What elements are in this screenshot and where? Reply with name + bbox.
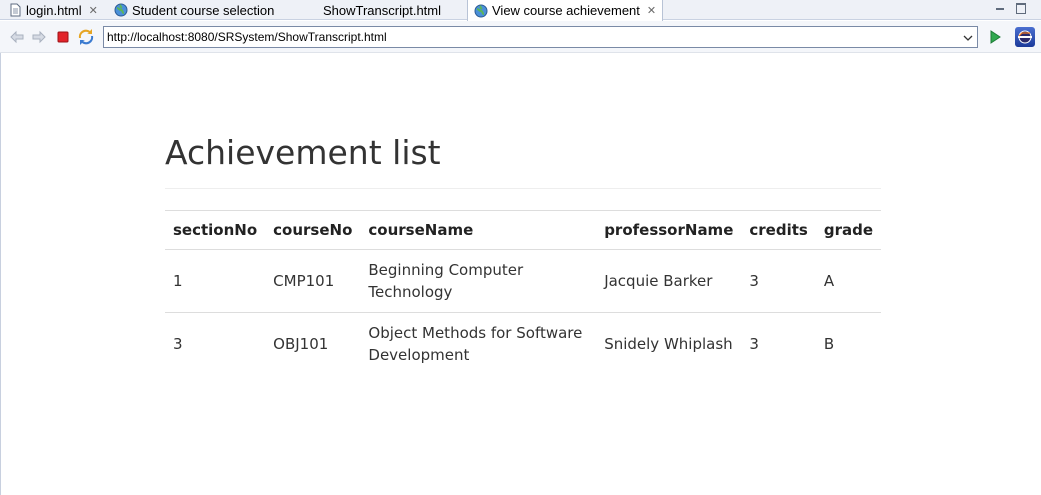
cell-professor-name: Snidely Whiplash bbox=[604, 335, 733, 353]
cell-section-no: 1 bbox=[165, 249, 266, 313]
go-arrow-icon[interactable] bbox=[987, 29, 1003, 45]
tab-student-course-selection[interactable]: Student course selection bbox=[114, 0, 274, 20]
eclipse-icon[interactable] bbox=[1015, 27, 1035, 47]
page-content: Achievement list sectionNo courseNo cour… bbox=[0, 53, 1041, 495]
tab-strip: login.html ✕ Student course selection Sh… bbox=[0, 0, 1041, 21]
file-icon bbox=[8, 3, 22, 17]
cell-section-no: 3 bbox=[173, 335, 183, 353]
tab-login[interactable]: login.html ✕ bbox=[8, 0, 98, 20]
browser-toolbar bbox=[0, 21, 1041, 53]
column-header-professor-name: professorName bbox=[596, 210, 742, 250]
minimize-icon[interactable] bbox=[995, 3, 1005, 13]
maximize-icon[interactable] bbox=[1016, 3, 1026, 14]
cell-grade: B bbox=[823, 335, 835, 353]
back-arrow-icon[interactable] bbox=[9, 29, 25, 45]
achievement-table: sectionNo courseNo courseName professorN… bbox=[165, 210, 881, 375]
column-header-grade: grade bbox=[815, 210, 881, 250]
chevron-down-icon[interactable] bbox=[962, 31, 974, 43]
tab-label: login.html bbox=[26, 2, 82, 18]
globe-icon bbox=[474, 4, 488, 18]
tab-show-transcript[interactable]: ShowTranscript.html bbox=[323, 0, 441, 20]
cell-course-name: Beginning Computer Technology bbox=[360, 249, 597, 313]
stop-icon[interactable] bbox=[55, 29, 71, 45]
table-row: 3 OBJ101 Object Methods for Software Dev… bbox=[165, 313, 881, 376]
tab-view-course-achievement[interactable]: View course achievement ✕ bbox=[467, 0, 664, 21]
refresh-icon[interactable] bbox=[78, 29, 94, 45]
close-icon[interactable]: ✕ bbox=[647, 4, 656, 17]
browser-window: login.html ✕ Student course selection Sh… bbox=[0, 0, 1041, 495]
column-header-course-name: courseName bbox=[360, 210, 597, 250]
url-input[interactable] bbox=[107, 28, 957, 46]
tab-label: View course achievement bbox=[492, 3, 640, 18]
column-header-section-no: sectionNo bbox=[165, 210, 266, 250]
forward-arrow-icon[interactable] bbox=[31, 29, 47, 45]
cell-credits: 3 bbox=[741, 249, 816, 313]
cell-grade: A bbox=[815, 249, 881, 313]
table-header-row: sectionNo courseNo courseName professorN… bbox=[165, 210, 881, 250]
column-header-course-no: courseNo bbox=[265, 210, 361, 250]
globe-icon bbox=[114, 3, 128, 17]
table-row: 1 CMP101 Beginning Computer Technology J… bbox=[165, 249, 881, 313]
cell-credits: 3 bbox=[749, 335, 759, 353]
page-title: Achievement list bbox=[165, 133, 441, 172]
cell-professor-name: Jacquie Barker bbox=[596, 249, 742, 313]
cell-course-name: Object Methods for Software Development bbox=[368, 324, 583, 364]
tab-label: Student course selection bbox=[132, 2, 275, 18]
address-bar[interactable] bbox=[103, 26, 978, 48]
column-header-credits: credits bbox=[741, 210, 816, 250]
tab-label: ShowTranscript.html bbox=[323, 2, 441, 18]
divider bbox=[165, 188, 881, 189]
close-icon[interactable]: ✕ bbox=[89, 4, 98, 17]
cell-course-no: OBJ101 bbox=[273, 335, 329, 353]
cell-course-no: CMP101 bbox=[265, 249, 361, 313]
